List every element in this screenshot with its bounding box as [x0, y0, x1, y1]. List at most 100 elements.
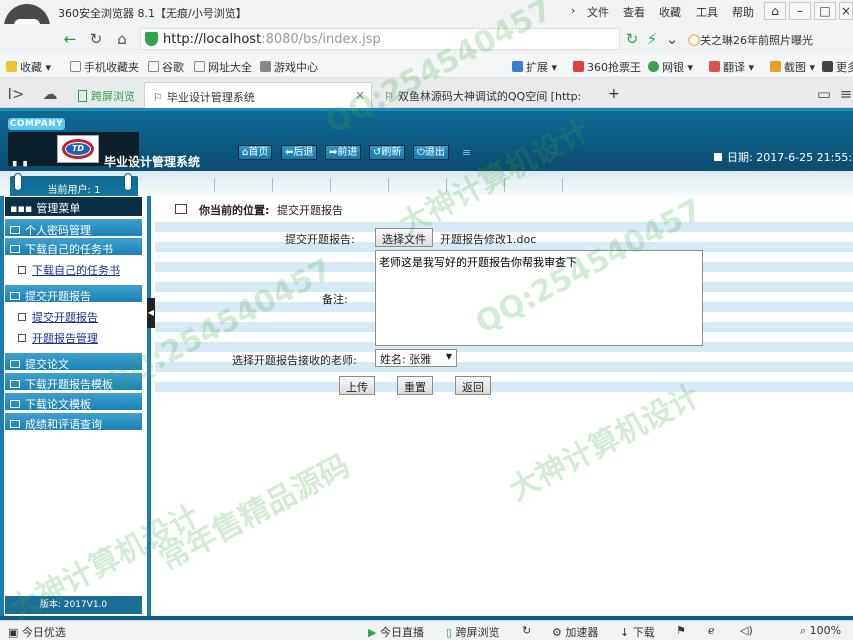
toolbar-screenshot[interactable]: 截图 ▾	[770, 59, 815, 75]
sidebar-item-download-task[interactable]: 下载自己的任务书	[5, 238, 142, 256]
bookmark-mobile[interactable]: 手机收藏夹	[70, 59, 139, 75]
close-button[interactable]: ×	[839, 2, 853, 20]
refresh-green-icon[interactable]: ↻	[622, 29, 642, 49]
toolbar-more[interactable]: 更多	[822, 59, 853, 75]
maximize-button[interactable]: □	[814, 2, 836, 20]
home-icon[interactable]: ⌂	[112, 29, 132, 49]
book-icon	[10, 226, 20, 234]
logout-button[interactable]: ⏻退出	[413, 145, 449, 160]
status-sound[interactable]: ◁)	[740, 624, 753, 637]
browser-titlebar: 360安全浏览器 8.1【无痕/小号浏览】 › 文件 查看 收藏 工具 帮助 ⌂…	[0, 0, 853, 24]
star-icon	[6, 61, 17, 72]
window-icon	[175, 204, 187, 214]
menu-title: ▪▪▪ 管理菜单	[5, 197, 142, 216]
reset-button[interactable]: 重置	[397, 376, 433, 395]
remark-label: 备注:	[322, 293, 348, 306]
toolbar-extensions[interactable]: 扩展 ▾	[512, 59, 557, 75]
sidebar-subitem-download-task[interactable]: 下载自己的任务书	[5, 258, 142, 278]
status-live[interactable]: ▶ 今日直播	[368, 624, 424, 640]
menu-tools[interactable]: 工具	[696, 4, 718, 20]
cloud-icon[interactable]: ☁	[40, 84, 60, 104]
forward-button[interactable]: ➡前进	[325, 145, 362, 160]
scissors-icon	[770, 61, 781, 72]
home-button[interactable]: ⌂首页	[238, 145, 273, 160]
new-tab-button[interactable]: +	[600, 80, 628, 106]
tab-list-icon[interactable]: ≡	[836, 84, 853, 104]
back-arrow-icon[interactable]: ←	[60, 29, 80, 49]
shield-icon	[145, 32, 158, 46]
sidebar-item-submit-proposal[interactable]: 提交开题报告	[5, 285, 142, 303]
menu-file[interactable]: 文件	[587, 4, 609, 20]
status-download[interactable]: ↓ 下载	[620, 624, 655, 640]
sidebar-toggle-icon[interactable]: I>	[6, 84, 26, 104]
back-button[interactable]: ⬅后退	[281, 145, 318, 160]
sidebar-subitem-proposal-management[interactable]: 开题报告管理	[5, 326, 142, 346]
url-text: http://localhost:8080/bs/index.jsp	[163, 32, 381, 47]
url-input[interactable]: http://localhost:8080/bs/index.jsp	[140, 28, 620, 50]
system-name: 毕业设计管理系统	[104, 155, 201, 169]
current-user-label: 当前用户: 1	[47, 185, 101, 196]
status-accelerator[interactable]: ⚙ 加速器	[552, 624, 598, 640]
bookmark-favorites[interactable]: 收藏 ▾	[6, 59, 51, 75]
page-icon	[194, 61, 205, 72]
back-button[interactable]: 返回	[455, 376, 491, 395]
refresh-icon: ↻	[522, 624, 532, 637]
dropdown-icon[interactable]: ⌄	[662, 29, 682, 49]
status-cross-screen[interactable]: ▯ 跨屏浏览	[446, 624, 500, 640]
flag-icon: ⚑	[676, 624, 686, 637]
translate-icon	[709, 61, 720, 72]
sidebar-item-grades[interactable]: 成绩和评语查询	[5, 413, 142, 431]
doc-icon	[18, 313, 26, 321]
bookmark-navigation[interactable]: 网址大全	[194, 59, 252, 75]
restore-icon[interactable]: ▭	[814, 84, 834, 104]
pin-icon	[124, 173, 132, 191]
status-flag[interactable]: ⚑	[676, 624, 686, 637]
divider	[272, 178, 273, 192]
breadcrumb-value: 提交开题报告	[277, 204, 343, 217]
toolbar-bank[interactable]: 网银 ▾	[648, 59, 693, 75]
book-icon	[10, 245, 20, 253]
company-badge: COMPANY	[8, 118, 65, 130]
teacher-select[interactable]: 姓名: 张雅 ▼	[375, 349, 457, 367]
browser-status-bar: ▣ 今日优选 ▶ 今日直播 ▯ 跨屏浏览 ↻ ⚙ 加速器 ↓ 下载 ⚑ ℯ ◁)…	[0, 620, 853, 640]
more-icon	[822, 61, 833, 72]
reload-icon[interactable]: ↻	[86, 29, 106, 49]
search-hint[interactable]: 关之琳26年前照片曝光	[700, 32, 813, 48]
bookmark-games[interactable]: 游戏中心	[260, 59, 318, 75]
lightning-icon[interactable]: ⚡	[642, 29, 662, 49]
divider	[388, 178, 389, 192]
address-bar: ← ↻ ⌂ http://localhost:8080/bs/index.jsp…	[0, 24, 853, 54]
bookmark-google[interactable]: 谷歌	[148, 59, 184, 75]
menu-view[interactable]: 查看	[623, 4, 645, 20]
phone-icon: ▯	[446, 626, 456, 639]
book-icon	[10, 400, 20, 408]
sidebar-subitem-submit-proposal[interactable]: 提交开题报告	[5, 305, 142, 325]
menu-favorites[interactable]: 收藏	[659, 4, 681, 20]
collapse-sidebar-handle[interactable]: ◀	[147, 298, 155, 328]
toolbar-translate[interactable]: 翻译 ▾	[709, 59, 754, 75]
book-icon	[10, 420, 20, 428]
file-name: 开题报告修改1.doc	[440, 233, 537, 246]
menu-arrow[interactable]: ›	[571, 4, 575, 17]
upload-button[interactable]: 上传	[339, 376, 375, 395]
current-user-tab: 当前用户: 1	[10, 173, 138, 198]
logo-text: TD	[66, 143, 90, 155]
browser-title: 360安全浏览器 8.1【无痕/小号浏览】	[58, 7, 247, 20]
status-daily-picks[interactable]: ▣ 今日优选	[8, 624, 66, 640]
grid-icon	[512, 61, 523, 72]
grid-icon: ▪▪▪	[10, 202, 33, 215]
book-icon	[10, 380, 20, 388]
status-ie[interactable]: ℯ	[708, 624, 715, 637]
skin-button[interactable]: ⌂	[764, 2, 786, 20]
date-square-icon	[714, 153, 722, 161]
sidebar-item-password[interactable]: 个人密码管理	[5, 219, 142, 237]
status-zoom[interactable]: ⌕ 100%	[800, 624, 841, 638]
toolbar-ticket[interactable]: 360抢票王	[573, 59, 641, 75]
tab-cross-screen[interactable]: 跨屏浏览	[70, 82, 143, 108]
minimize-button[interactable]: –	[789, 2, 811, 20]
refresh-button[interactable]: ↺刷新	[369, 145, 406, 160]
site-header: COMPANY TD ▖▗ 毕业设计管理系统 ⌂首页 ⬅后退 ➡前进 ↺刷新 ⏻…	[0, 108, 853, 171]
menu-help[interactable]: 帮助	[732, 4, 754, 20]
doc-icon	[18, 266, 26, 274]
status-refresh[interactable]: ↻	[522, 624, 531, 637]
